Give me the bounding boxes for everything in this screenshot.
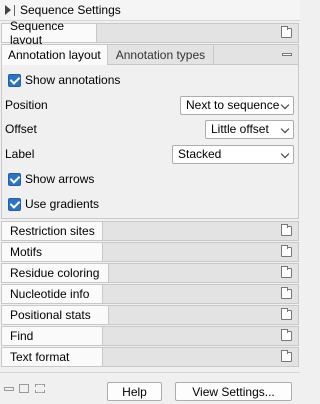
use-gradients-checkbox[interactable] — [8, 197, 21, 211]
section-sequence-layout[interactable]: Sequence layout — [1, 19, 299, 47]
section-header-fill — [109, 305, 299, 325]
section-header-fill — [103, 242, 299, 262]
title-separator — [14, 4, 15, 16]
panel-title: Sequence Settings — [20, 3, 121, 17]
annotation-panel: Annotation layout Annotation types Show … — [1, 44, 299, 219]
offset-row: Offset Little offset — [2, 117, 298, 141]
section-residue-coloring[interactable]: Residue coloring — [1, 263, 299, 283]
section-label[interactable]: Residue coloring — [1, 263, 109, 283]
section-positional-stats[interactable]: Positional stats — [1, 305, 299, 325]
folder-icon[interactable] — [281, 308, 292, 320]
folder-icon[interactable] — [281, 26, 292, 38]
collapse-triangle-icon[interactable] — [5, 5, 11, 15]
tab-strip-fill — [214, 45, 298, 65]
section-nucleotide-info[interactable]: Nucleotide info — [1, 284, 299, 304]
detach-panel-icon[interactable] — [35, 384, 45, 393]
offset-label: Offset — [5, 122, 37, 136]
annotation-tabs: Annotation layout Annotation types — [2, 45, 298, 65]
show-annotations-row[interactable]: Show annotations — [2, 68, 298, 92]
section-header-fill — [103, 221, 299, 241]
folder-icon[interactable] — [281, 245, 292, 257]
show-arrows-checkbox[interactable] — [8, 172, 21, 186]
help-button[interactable]: Help — [107, 382, 162, 401]
use-gradients-label: Use gradients — [25, 197, 100, 211]
section-header-fill — [103, 284, 299, 304]
folder-icon[interactable] — [281, 266, 292, 278]
section-label[interactable]: Find — [1, 326, 103, 346]
use-gradients-row[interactable]: Use gradients — [2, 192, 298, 216]
position-label: Position — [5, 98, 48, 112]
label-select[interactable]: Stacked — [172, 144, 294, 164]
tab-annotation-layout[interactable]: Annotation layout — [2, 45, 108, 65]
expand-all-icon[interactable] — [19, 384, 29, 393]
position-row: Position Next to sequence — [2, 93, 298, 117]
chevron-down-icon — [280, 149, 290, 158]
show-arrows-label: Show arrows — [25, 172, 95, 186]
offset-value: Little offset — [211, 122, 269, 136]
position-value: Next to sequence — [186, 98, 280, 112]
folder-icon[interactable] — [281, 287, 292, 299]
label-row: Label Stacked — [2, 142, 298, 166]
section-label[interactable]: Sequence layout — [1, 19, 97, 47]
section-header-fill — [103, 347, 299, 367]
section-label[interactable]: Nucleotide info — [1, 284, 103, 304]
collapse-all-icon[interactable] — [4, 387, 14, 391]
section-restriction-sites[interactable]: Restriction sites — [1, 221, 299, 241]
section-label[interactable]: Positional stats — [1, 305, 109, 325]
section-header-fill — [97, 23, 299, 43]
bottom-toolbar: Help View Settings... — [0, 372, 300, 404]
tab-annotation-types[interactable]: Annotation types — [107, 45, 215, 65]
folder-icon[interactable] — [281, 329, 292, 341]
section-header-fill — [103, 326, 299, 346]
section-header-fill — [109, 263, 299, 283]
minimize-icon[interactable] — [282, 53, 292, 56]
label-label: Label — [5, 147, 35, 161]
position-select[interactable]: Next to sequence — [180, 95, 294, 115]
folder-icon[interactable] — [281, 350, 292, 362]
chevron-down-icon — [280, 100, 290, 109]
view-settings-button[interactable]: View Settings... — [175, 382, 292, 401]
show-annotations-label: Show annotations — [25, 73, 121, 87]
section-text-format[interactable]: Text format — [1, 347, 299, 367]
folder-icon[interactable] — [281, 224, 292, 236]
section-label[interactable]: Restriction sites — [1, 221, 103, 241]
show-annotations-checkbox[interactable] — [8, 73, 21, 87]
chevron-down-icon — [280, 124, 290, 133]
section-label[interactable]: Motifs — [1, 242, 103, 262]
section-motifs[interactable]: Motifs — [1, 242, 299, 262]
offset-select[interactable]: Little offset — [205, 119, 294, 139]
section-find[interactable]: Find — [1, 326, 299, 346]
show-arrows-row[interactable]: Show arrows — [2, 167, 298, 191]
panel-title-bar[interactable]: Sequence Settings — [0, 0, 300, 21]
label-value: Stacked — [178, 147, 222, 161]
section-label[interactable]: Text format — [1, 347, 103, 367]
